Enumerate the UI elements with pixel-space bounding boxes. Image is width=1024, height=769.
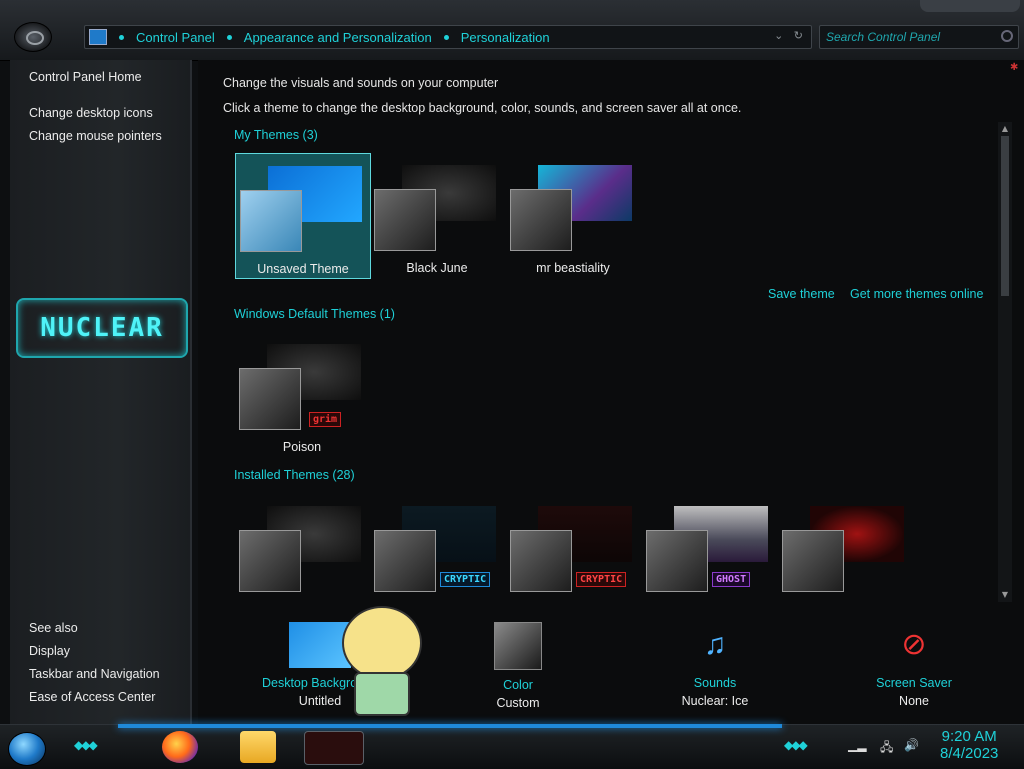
theme-preview-window xyxy=(510,189,572,251)
mascot-sticker xyxy=(334,600,426,720)
theme-tile-poison[interactable]: grim Poison xyxy=(235,332,369,456)
taskbar-decor-chevrons: ◆◆◆ xyxy=(74,738,98,752)
sounds-button[interactable]: ♫ Sounds Nuclear: Ice xyxy=(645,622,785,708)
theme-preview-window xyxy=(510,530,572,592)
page-subtitle: Click a theme to change the desktop back… xyxy=(223,101,742,115)
breadcrumb-separator xyxy=(226,34,232,40)
scroll-up-icon[interactable]: ▲ xyxy=(1000,124,1010,134)
get-more-themes-link[interactable]: Get more themes online xyxy=(850,287,983,301)
personalization-window-icon[interactable] xyxy=(304,731,364,765)
nuclear-logo: NUCLEAR xyxy=(16,298,188,358)
breadcrumb-separator xyxy=(119,34,124,40)
logo-text: NUCLEAR xyxy=(40,313,164,343)
start-button[interactable] xyxy=(8,732,46,766)
window-controls-notch[interactable] xyxy=(920,0,1020,12)
theme-badge: grim xyxy=(309,412,342,427)
screen-saver-icon: ⊘ xyxy=(901,628,927,661)
theme-tile-installed[interactable] xyxy=(235,494,369,594)
theme-badge: CRYPTIC xyxy=(576,572,627,587)
clock-time: 9:20 AM xyxy=(941,728,997,745)
sidebar-link-display[interactable]: Display xyxy=(29,644,70,658)
theme-preview-window xyxy=(240,190,302,252)
save-theme-link[interactable]: Save theme xyxy=(768,287,835,301)
help-icon[interactable]: ✱ xyxy=(1010,62,1018,73)
screen-saver-value: None xyxy=(899,694,929,708)
sounds-value: Nuclear: Ice xyxy=(681,694,749,708)
theme-preview-window xyxy=(374,530,436,592)
my-themes-heading: My Themes (3) xyxy=(234,128,318,142)
search-box[interactable] xyxy=(819,25,1019,49)
theme-preview-window xyxy=(374,189,436,251)
themes-scrollbar[interactable]: ▲ ▼ xyxy=(998,122,1012,602)
theme-preview-window xyxy=(239,530,301,592)
theme-tile-unsaved[interactable]: Unsaved Theme xyxy=(235,153,371,279)
theme-badge: GHOST xyxy=(712,572,751,587)
sidebar-link-change-mouse-pointers[interactable]: Change mouse pointers xyxy=(29,129,162,143)
theme-preview-window xyxy=(239,368,301,430)
color-label: Color xyxy=(503,678,533,692)
volume-icon[interactable]: 🔊 xyxy=(904,738,919,752)
theme-badge: CRYPTIC xyxy=(440,572,491,587)
page-title: Change the visuals and sounds on your co… xyxy=(223,76,499,90)
taskbar-glow xyxy=(118,724,782,728)
theme-tile-black-june[interactable]: Black June xyxy=(370,153,504,277)
color-button[interactable]: Color Custom xyxy=(448,622,588,710)
control-panel-icon xyxy=(89,29,107,45)
chevron-down-icon[interactable]: ⌄ xyxy=(774,29,783,42)
theme-tile-installed[interactable] xyxy=(778,494,912,594)
search-input[interactable] xyxy=(824,27,998,47)
sidebar-link-ease-of-access[interactable]: Ease of Access Center xyxy=(29,690,155,704)
sidebar-link-change-desktop-icons[interactable]: Change desktop icons xyxy=(29,106,153,120)
file-explorer-icon[interactable] xyxy=(240,731,276,763)
firefox-icon[interactable] xyxy=(162,731,198,763)
scrollbar-thumb[interactable] xyxy=(1001,136,1009,296)
address-bar[interactable]: Control Panel Appearance and Personaliza… xyxy=(84,25,812,49)
theme-tile-installed[interactable]: GHOST xyxy=(642,494,776,594)
theme-label: mr beastiality xyxy=(536,261,610,275)
clock-date: 8/4/2023 xyxy=(940,745,999,762)
theme-preview-window xyxy=(646,530,708,592)
screen-saver-button[interactable]: ⊘ Screen Saver None xyxy=(844,622,984,708)
see-also-heading: See also xyxy=(29,621,78,635)
theme-preview-window xyxy=(782,530,844,592)
main-panel: ✱ Change the visuals and sounds on your … xyxy=(198,60,1024,724)
sidebar-link-control-panel-home[interactable]: Control Panel Home xyxy=(29,70,142,84)
color-value: Custom xyxy=(496,696,540,710)
breadcrumb-appearance[interactable]: Appearance and Personalization xyxy=(238,30,438,45)
taskbar-clock[interactable]: 9:20 AM 8/4/2023 xyxy=(940,728,998,762)
theme-label: Poison xyxy=(282,440,322,454)
back-button[interactable] xyxy=(14,22,52,52)
search-icon[interactable] xyxy=(1001,30,1013,42)
breadcrumb-separator xyxy=(443,34,449,40)
taskbar-decor-chevrons: ◆◆◆ xyxy=(784,738,808,752)
sounds-icon: ♫ xyxy=(703,628,727,661)
theme-label: Unsaved Theme xyxy=(257,262,349,276)
mascot-body xyxy=(354,672,410,716)
scroll-down-icon[interactable]: ▼ xyxy=(1000,590,1010,600)
address-tools: ⌄ ↻ xyxy=(774,29,803,42)
breadcrumb-personalization[interactable]: Personalization xyxy=(455,30,556,45)
show-hidden-icons[interactable]: ▁▂ xyxy=(848,738,866,752)
breadcrumb-control-panel[interactable]: Control Panel xyxy=(130,30,221,45)
taskbar xyxy=(0,724,1024,769)
theme-tile-installed[interactable]: CRYPTIC xyxy=(370,494,504,594)
network-icon[interactable]: 🖧 xyxy=(880,738,893,759)
theme-tile-installed[interactable]: CRYPTIC xyxy=(506,494,640,594)
theme-label: Black June xyxy=(406,261,468,275)
installed-themes-heading: Installed Themes (28) xyxy=(234,468,355,482)
sounds-label: Sounds xyxy=(693,676,737,690)
sidebar-link-taskbar-navigation[interactable]: Taskbar and Navigation xyxy=(29,667,160,681)
refresh-icon[interactable]: ↻ xyxy=(794,29,803,42)
theme-tile-mr-beastiality[interactable]: mr beastiality xyxy=(506,153,640,277)
mascot-head xyxy=(342,606,422,680)
color-icon xyxy=(494,622,542,670)
screen-saver-label: Screen Saver xyxy=(876,676,952,690)
default-themes-heading: Windows Default Themes (1) xyxy=(234,307,395,321)
sidebar: Control Panel Home Change desktop icons … xyxy=(10,60,192,724)
